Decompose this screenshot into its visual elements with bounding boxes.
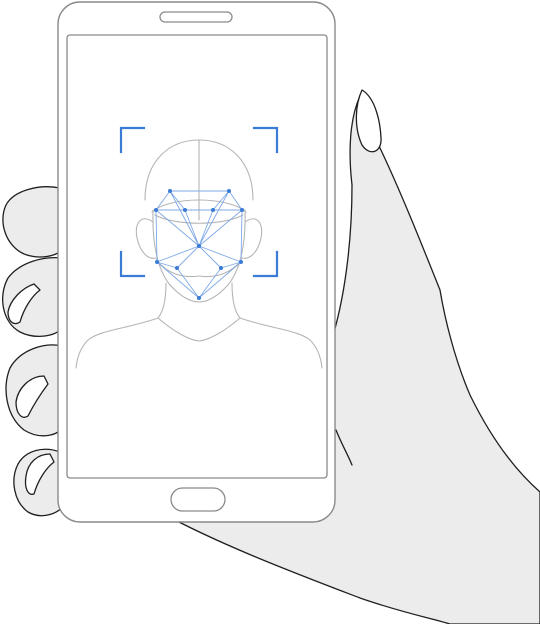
face-scan-illustration	[2, 1, 540, 624]
mesh-point	[240, 208, 244, 212]
mesh-point	[155, 260, 159, 264]
mesh-point	[211, 208, 215, 212]
mesh-point	[239, 260, 243, 264]
finger-1	[2, 186, 63, 258]
mesh-point	[183, 208, 187, 212]
mesh-point	[168, 189, 172, 193]
phone-speaker	[159, 11, 233, 23]
mesh-point	[219, 266, 223, 270]
phone-icon	[57, 1, 336, 523]
mesh-point	[175, 266, 179, 270]
home-button[interactable]	[170, 487, 226, 512]
mesh-point	[154, 208, 158, 212]
mesh-point	[227, 189, 231, 193]
mesh-point	[197, 296, 201, 300]
mesh-point	[197, 244, 201, 248]
phone-screen	[66, 34, 328, 479]
